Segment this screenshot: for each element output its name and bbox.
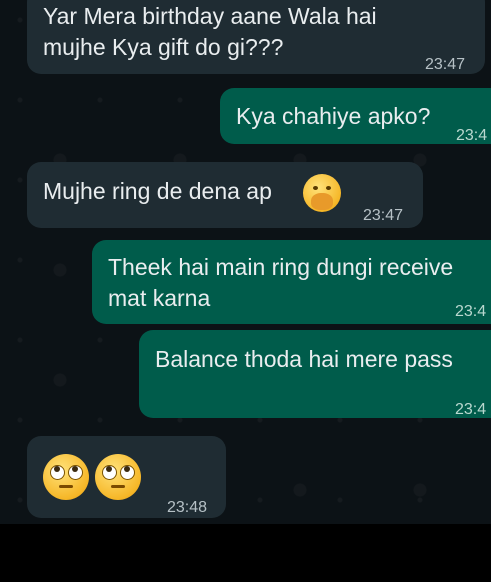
message-time: 23:47 xyxy=(363,207,404,224)
message-time: 23:48 xyxy=(167,499,208,516)
chat-area: Yar Mera birthday aane Wala hai mujhe Ky… xyxy=(0,0,491,524)
message-time: 23:47 xyxy=(425,56,466,73)
message-bubble-incoming[interactable]: Mujhe ring de dena ap 23:47 xyxy=(27,162,423,228)
bottom-bar xyxy=(0,524,491,582)
message-time: 23:4 xyxy=(456,127,488,144)
message-text: Kya chahiye apko? xyxy=(236,103,431,129)
message-bubble-incoming[interactable]: Yar Mera birthday aane Wala hai mujhe Ky… xyxy=(27,0,485,74)
hand-over-mouth-emoji xyxy=(303,174,341,212)
message-bubble-incoming[interactable]: 23:48 xyxy=(27,436,226,518)
message-text: mat karna xyxy=(108,285,211,311)
message-time: 23:4 xyxy=(455,303,487,320)
message-text: Mujhe ring de dena ap xyxy=(43,178,272,204)
message-bubble-outgoing[interactable]: Theek hai main ring dungi receive mat ka… xyxy=(92,240,491,324)
rolling-eyes-emoji xyxy=(43,454,89,500)
message-text: mujhe Kya gift do gi??? xyxy=(43,34,284,60)
message-bubble-outgoing[interactable]: Balance thoda hai mere pass 23:4 xyxy=(139,330,491,418)
message-text: Yar Mera birthday aane Wala hai xyxy=(43,3,377,29)
message-bubble-outgoing[interactable]: Kya chahiye apko? 23:4 xyxy=(220,88,491,144)
rolling-eyes-emoji xyxy=(95,454,141,500)
message-text: Balance thoda hai mere pass xyxy=(155,346,453,372)
message-time: 23:4 xyxy=(455,401,487,418)
message-text: Theek hai main ring dungi receive xyxy=(108,254,454,280)
